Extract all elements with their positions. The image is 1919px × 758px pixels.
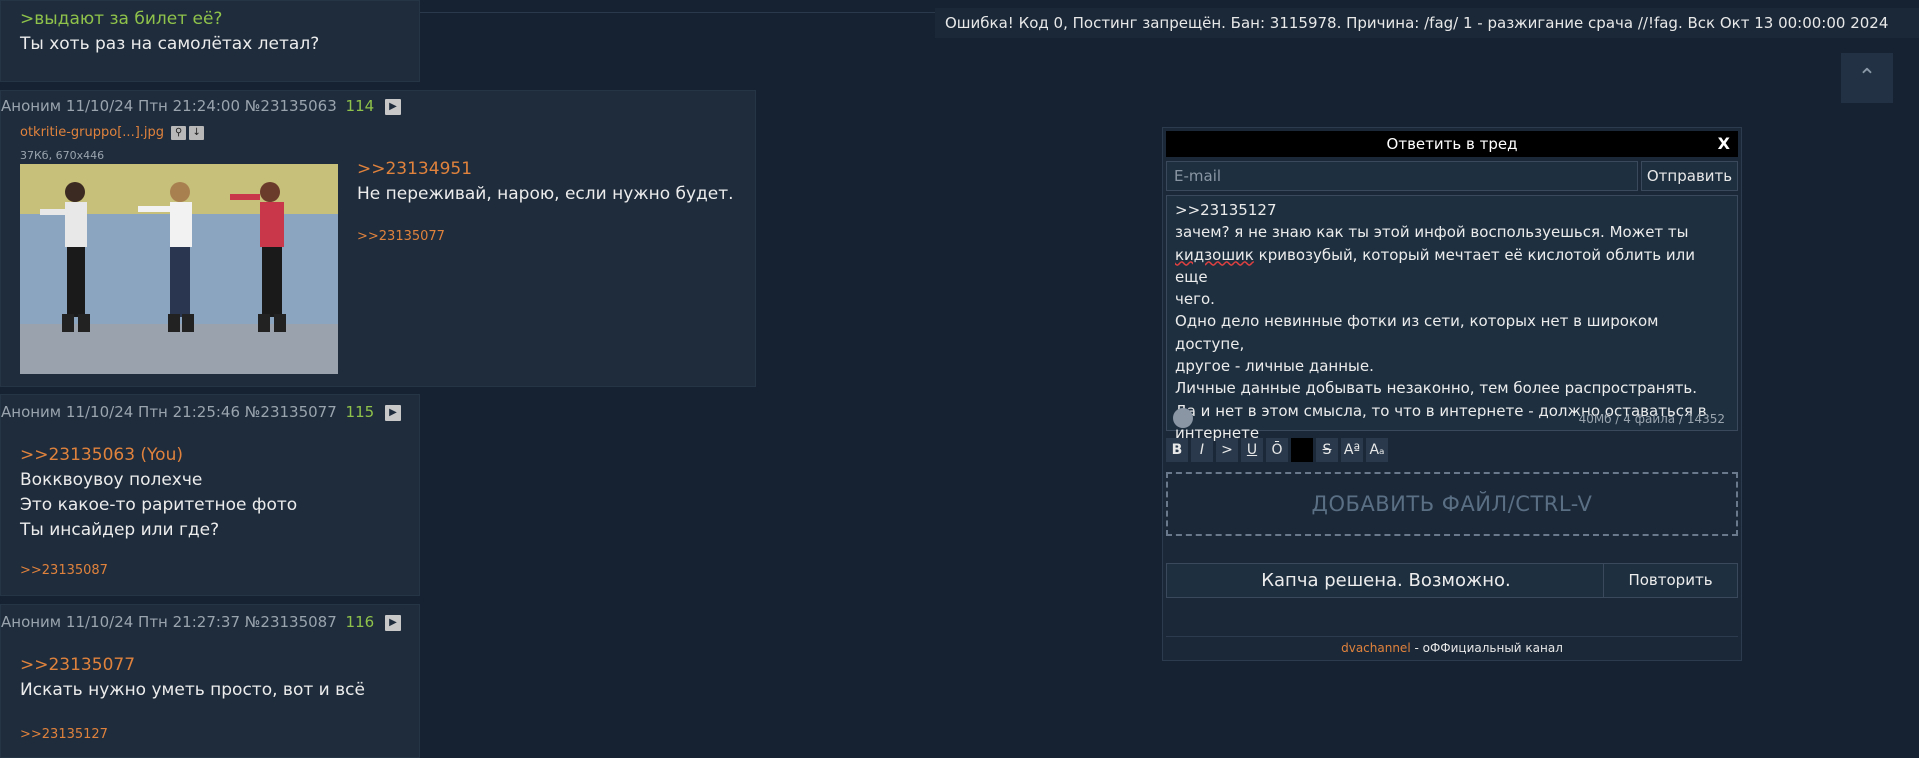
post-1: >выдают за билет её? Ты хоть раз на само…: [0, 0, 420, 82]
post-author: Аноним: [1, 613, 62, 631]
post-4: Аноним 11/10/24 Птн 21:27:37 №23135087 1…: [0, 604, 420, 758]
post-header: Аноним 11/10/24 Птн 21:27:37 №23135087 1…: [1, 613, 401, 631]
reply-link[interactable]: >>23134951: [357, 157, 734, 182]
post-number: 116: [345, 613, 375, 631]
comment-text[interactable]: >>23135127 зачем? я не знаю как ты этой …: [1175, 199, 1730, 444]
add-file-dropzone[interactable]: ДОБАВИТЬ ФАЙЛ/CTRL-V: [1166, 472, 1738, 536]
post-text: Искать нужно уметь просто, вот и всё: [20, 680, 365, 700]
scroll-top-button[interactable]: ⌃: [1841, 53, 1893, 103]
overline-button[interactable]: Ō: [1266, 438, 1288, 462]
misspelled-word: кидзошик: [1175, 245, 1254, 264]
reply-form-title-bar[interactable]: Ответить в тред X: [1166, 131, 1738, 157]
comment-line: кривозубый, который мечтает её кислотой …: [1175, 245, 1700, 286]
send-button[interactable]: Отправить: [1641, 161, 1738, 191]
subscript-button[interactable]: Aₐ: [1366, 438, 1388, 462]
spoiler-button[interactable]: [1291, 438, 1313, 462]
post-limits: 40Мб / 4 файла / 14352: [1578, 412, 1725, 426]
reply-form-title: Ответить в тред: [1386, 135, 1518, 153]
file-name-text[interactable]: otkritie-gruppo[...].jpg: [20, 125, 164, 140]
post-line: Вокквоувоу полехче: [20, 470, 203, 490]
image-thumbnail: [20, 164, 338, 374]
post-date: 11/10/24 Птн 21:24:00: [65, 97, 241, 115]
reply-form: Ответить в тред X E-mail Отправить >>231…: [1162, 127, 1742, 661]
chevron-up-icon: ⌃: [1857, 65, 1877, 90]
post-line: Ты инсайдер или где?: [20, 520, 220, 540]
email-field[interactable]: E-mail: [1166, 161, 1638, 191]
post-header: Аноним 11/10/24 Птн 21:25:46 №23135077 1…: [1, 403, 401, 421]
post-image[interactable]: [20, 164, 338, 374]
superscript-button[interactable]: Aª: [1341, 438, 1363, 462]
post-message: >выдают за билет её? Ты хоть раз на само…: [20, 7, 319, 57]
strike-button[interactable]: S: [1316, 438, 1338, 462]
markup-toolbar: B I > U Ō S Aª Aₐ: [1166, 438, 1391, 462]
post-message: >>23135077 Искать нужно уметь просто, во…: [20, 653, 365, 703]
post-number: 114: [345, 97, 375, 115]
play-icon[interactable]: ▶: [384, 98, 401, 115]
post-line: Это какое-то раритетное фото: [20, 495, 298, 515]
file-meta: 37Кб, 670x446: [20, 149, 105, 162]
reply-link[interactable]: >>23135077: [20, 653, 365, 678]
bold-button[interactable]: B: [1166, 438, 1188, 462]
sticker-icon[interactable]: [1173, 408, 1193, 428]
comment-line: зачем? я не знаю как ты этой инфой воспо…: [1175, 223, 1689, 242]
channel-link[interactable]: dvachannel: [1341, 641, 1411, 655]
retry-button[interactable]: Повторить: [1603, 563, 1738, 598]
post-text: Ты хоть раз на самолётах летал?: [20, 34, 320, 54]
play-icon[interactable]: ▶: [384, 404, 401, 421]
captcha-status: Капча решена. Возможно.: [1166, 563, 1606, 598]
reply-form-footer: dvachannel - оФФициальный канал: [1166, 636, 1738, 659]
download-icon[interactable]: ↓: [189, 125, 205, 140]
comment-line: чего.: [1175, 290, 1215, 309]
play-icon[interactable]: ▶: [384, 614, 401, 631]
backlink[interactable]: >>23135127: [20, 727, 108, 742]
comment-line: Личные данные добывать незаконно, тем бо…: [1175, 379, 1697, 398]
post-message: >>23134951 Не переживай, нарою, если нуж…: [357, 157, 734, 207]
comment-line: другое - личные данные.: [1175, 357, 1374, 376]
post-header: Аноним 11/10/24 Птн 21:24:00 №23135063 1…: [1, 97, 401, 115]
post-id[interactable]: №23135077: [245, 403, 337, 421]
post-id[interactable]: №23135063: [245, 97, 337, 115]
post-2: Аноним 11/10/24 Птн 21:24:00 №23135063 1…: [0, 90, 756, 387]
post-number: 115: [345, 403, 375, 421]
comment-line: >>23135127: [1175, 201, 1277, 219]
comment-line: Одно дело невинные фотки из сети, которы…: [1175, 312, 1664, 353]
quote-button[interactable]: >: [1216, 438, 1238, 462]
close-icon[interactable]: X: [1718, 131, 1730, 157]
post-author: Аноним: [1, 97, 62, 115]
footer-text: - оФФициальный канал: [1410, 641, 1563, 655]
post-date: 11/10/24 Птн 21:27:37: [65, 613, 241, 631]
backlink[interactable]: >>23135087: [20, 563, 108, 578]
post-id[interactable]: №23135087: [245, 613, 337, 631]
post-text: Не переживай, нарою, если нужно будет.: [357, 184, 734, 204]
post-message: >>23135063 (You) Вокквоувоу полехче Это …: [20, 443, 297, 543]
underline-button[interactable]: U: [1241, 438, 1263, 462]
reply-link[interactable]: >>23135063 (You): [20, 443, 297, 468]
search-image-icon[interactable]: ⚲: [171, 125, 187, 140]
post-3: Аноним 11/10/24 Птн 21:25:46 №23135077 1…: [0, 394, 420, 596]
backlink[interactable]: >>23135077: [357, 229, 445, 244]
italic-button[interactable]: I: [1191, 438, 1213, 462]
post-author: Аноним: [1, 403, 62, 421]
greentext-quote: >выдают за билет её?: [20, 9, 223, 29]
file-name[interactable]: otkritie-gruppo[...].jpg ⚲ ↓: [20, 125, 205, 140]
post-date: 11/10/24 Птн 21:25:46: [65, 403, 241, 421]
error-message: Ошибка! Код 0, Постинг запрещён. Бан: 31…: [935, 8, 1919, 38]
comment-textarea[interactable]: >>23135127 зачем? я не знаю как ты этой …: [1166, 195, 1738, 442]
